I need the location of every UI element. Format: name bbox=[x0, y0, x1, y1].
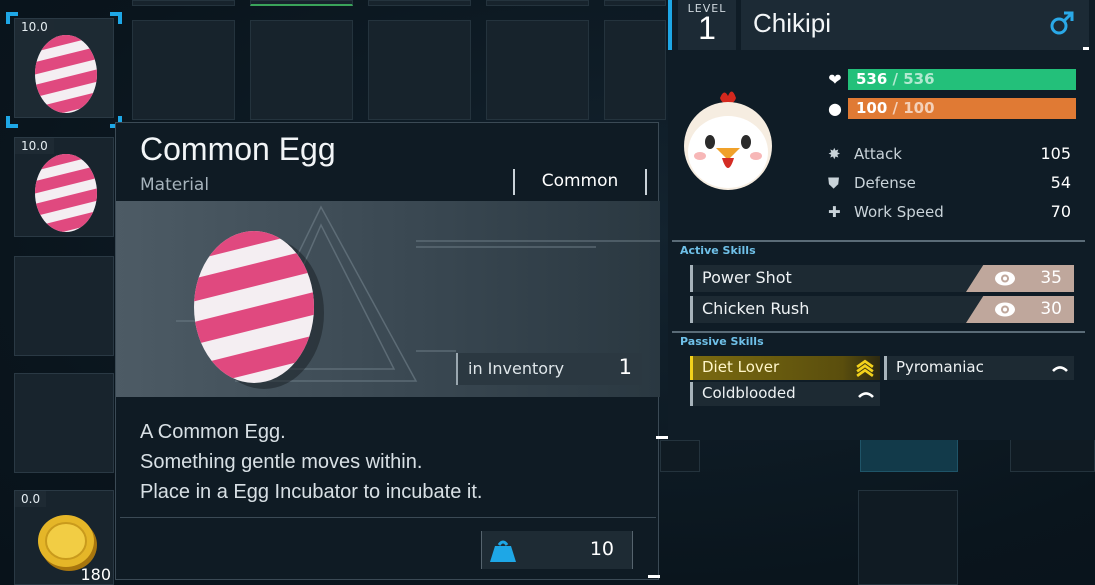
skill-power-value: 35 bbox=[1040, 268, 1062, 288]
grid-slot[interactable] bbox=[486, 20, 589, 120]
item-tooltip: Common Egg Material Common in Inventory … bbox=[115, 122, 660, 580]
pal-name: Chikipi bbox=[753, 8, 832, 38]
stat-value: 105 bbox=[1040, 144, 1071, 163]
inventory-slot[interactable]: 0.0 180 bbox=[14, 490, 114, 585]
slot-count: 180 bbox=[80, 565, 111, 584]
section-title: Passive Skills bbox=[680, 335, 764, 348]
frame-tick bbox=[648, 575, 660, 578]
stat-defense: ⛊ Defense 54 bbox=[828, 172, 1073, 196]
grid-slot[interactable] bbox=[604, 0, 666, 6]
slot-weight: 0.0 bbox=[15, 491, 47, 507]
item-rarity: Common bbox=[513, 169, 647, 195]
frame-tick bbox=[656, 436, 668, 439]
grid-slot[interactable] bbox=[368, 20, 471, 120]
pal-info-panel: LEVEL 1 Chikipi ❤ 536 / 536 ● 100 / 100 … bbox=[668, 0, 1095, 440]
sp-current: 100 bbox=[856, 99, 888, 117]
selection-corner bbox=[6, 116, 18, 128]
grid-slot[interactable] bbox=[132, 20, 235, 120]
stat-label: Defense bbox=[854, 174, 916, 192]
grid-slot[interactable] bbox=[250, 0, 353, 6]
stat-value: 70 bbox=[1050, 202, 1071, 221]
passive-skill[interactable]: Coldblooded bbox=[690, 382, 880, 406]
grid-slot[interactable] bbox=[604, 20, 666, 120]
egg-icon bbox=[35, 154, 97, 232]
description-line: Something gentle moves within. bbox=[140, 451, 423, 473]
accent-bar bbox=[668, 0, 672, 50]
weight-icon bbox=[490, 540, 516, 562]
hp-max: 536 bbox=[903, 70, 935, 88]
rank-icon bbox=[858, 392, 874, 398]
rank-icon bbox=[1052, 366, 1068, 372]
section-title: Active Skills bbox=[680, 244, 756, 257]
male-icon bbox=[1050, 11, 1074, 35]
grid-slot[interactable] bbox=[858, 490, 958, 585]
inventory-slot[interactable] bbox=[14, 373, 114, 473]
stat-attack: ✸ Attack 105 bbox=[828, 143, 1073, 167]
pal-avatar bbox=[684, 91, 772, 190]
inventory-slot-selected[interactable]: 10.0 bbox=[14, 18, 114, 118]
heart-icon: ❤ bbox=[828, 70, 842, 89]
frame-tick bbox=[1083, 47, 1089, 50]
selection-corner bbox=[6, 12, 18, 24]
skill-power: 30 bbox=[966, 296, 1074, 323]
skill-power-value: 30 bbox=[1040, 299, 1062, 319]
egg-icon bbox=[35, 35, 97, 113]
name-bar: Chikipi bbox=[741, 0, 1089, 50]
stat-value: 54 bbox=[1050, 173, 1071, 192]
inventory-slot[interactable] bbox=[14, 256, 114, 356]
divider bbox=[120, 517, 656, 518]
in-inventory-value: 1 bbox=[618, 355, 632, 379]
food-icon: ● bbox=[828, 99, 842, 118]
hp-text: 536 / 536 bbox=[856, 70, 935, 88]
item-preview: in Inventory 1 bbox=[116, 201, 660, 397]
description-line: A Common Egg. bbox=[140, 421, 286, 443]
in-inventory-box: in Inventory 1 bbox=[456, 353, 642, 385]
inventory-slot[interactable]: 10.0 bbox=[14, 137, 114, 237]
defense-icon: ⛊ bbox=[828, 174, 840, 192]
sp-max: 100 bbox=[903, 99, 935, 117]
level-value: 1 bbox=[698, 10, 716, 46]
passive-skill[interactable]: Diet Lover bbox=[690, 356, 880, 380]
grid-slot[interactable] bbox=[132, 0, 235, 6]
grid-slot[interactable] bbox=[250, 20, 353, 120]
stat-label: Work Speed bbox=[854, 203, 944, 221]
attack-icon: ✸ bbox=[828, 145, 841, 163]
passive-skill-name: Diet Lover bbox=[702, 358, 780, 376]
passive-skill-name: Pyromaniac bbox=[896, 358, 984, 376]
item-weight: 10 bbox=[481, 531, 633, 569]
passive-skill-name: Coldblooded bbox=[702, 384, 796, 402]
skill-name: Power Shot bbox=[702, 268, 792, 287]
skill-name: Chicken Rush bbox=[702, 299, 810, 318]
hp-bar: 536 / 536 bbox=[848, 69, 1076, 90]
sp-text: 100 / 100 bbox=[856, 99, 935, 117]
stat-label: Attack bbox=[854, 145, 902, 163]
grid-slot[interactable] bbox=[486, 0, 589, 6]
work-speed-icon: ✚ bbox=[828, 203, 841, 221]
stat-work-speed: ✚ Work Speed 70 bbox=[828, 201, 1073, 225]
weight-value: 10 bbox=[589, 538, 614, 560]
item-description: A Common Egg. Something gentle moves wit… bbox=[140, 417, 482, 507]
power-icon bbox=[995, 302, 1015, 317]
item-type: Material bbox=[140, 175, 210, 195]
selection-corner bbox=[110, 12, 122, 24]
level-box: LEVEL 1 bbox=[678, 0, 736, 50]
rank-gold-icon bbox=[856, 359, 874, 377]
egg-icon bbox=[194, 231, 324, 389]
passive-skills-header: Passive Skills bbox=[672, 331, 1085, 349]
skill-power: 35 bbox=[966, 265, 1074, 292]
hp-current: 536 bbox=[856, 70, 888, 88]
description-line: Place in a Egg Incubator to incubate it. bbox=[140, 481, 483, 503]
passive-skill[interactable]: Pyromaniac bbox=[884, 356, 1074, 380]
grid-slot[interactable] bbox=[660, 440, 700, 472]
power-icon bbox=[995, 271, 1015, 286]
sp-bar: 100 / 100 bbox=[848, 98, 1076, 119]
active-skills-header: Active Skills bbox=[672, 240, 1085, 258]
active-skill[interactable]: Power Shot 35 bbox=[690, 265, 1074, 292]
item-title: Common Egg bbox=[140, 131, 336, 167]
active-skill[interactable]: Chicken Rush 30 bbox=[690, 296, 1074, 323]
grid-slot[interactable] bbox=[368, 0, 471, 6]
in-inventory-label: in Inventory bbox=[468, 359, 565, 378]
